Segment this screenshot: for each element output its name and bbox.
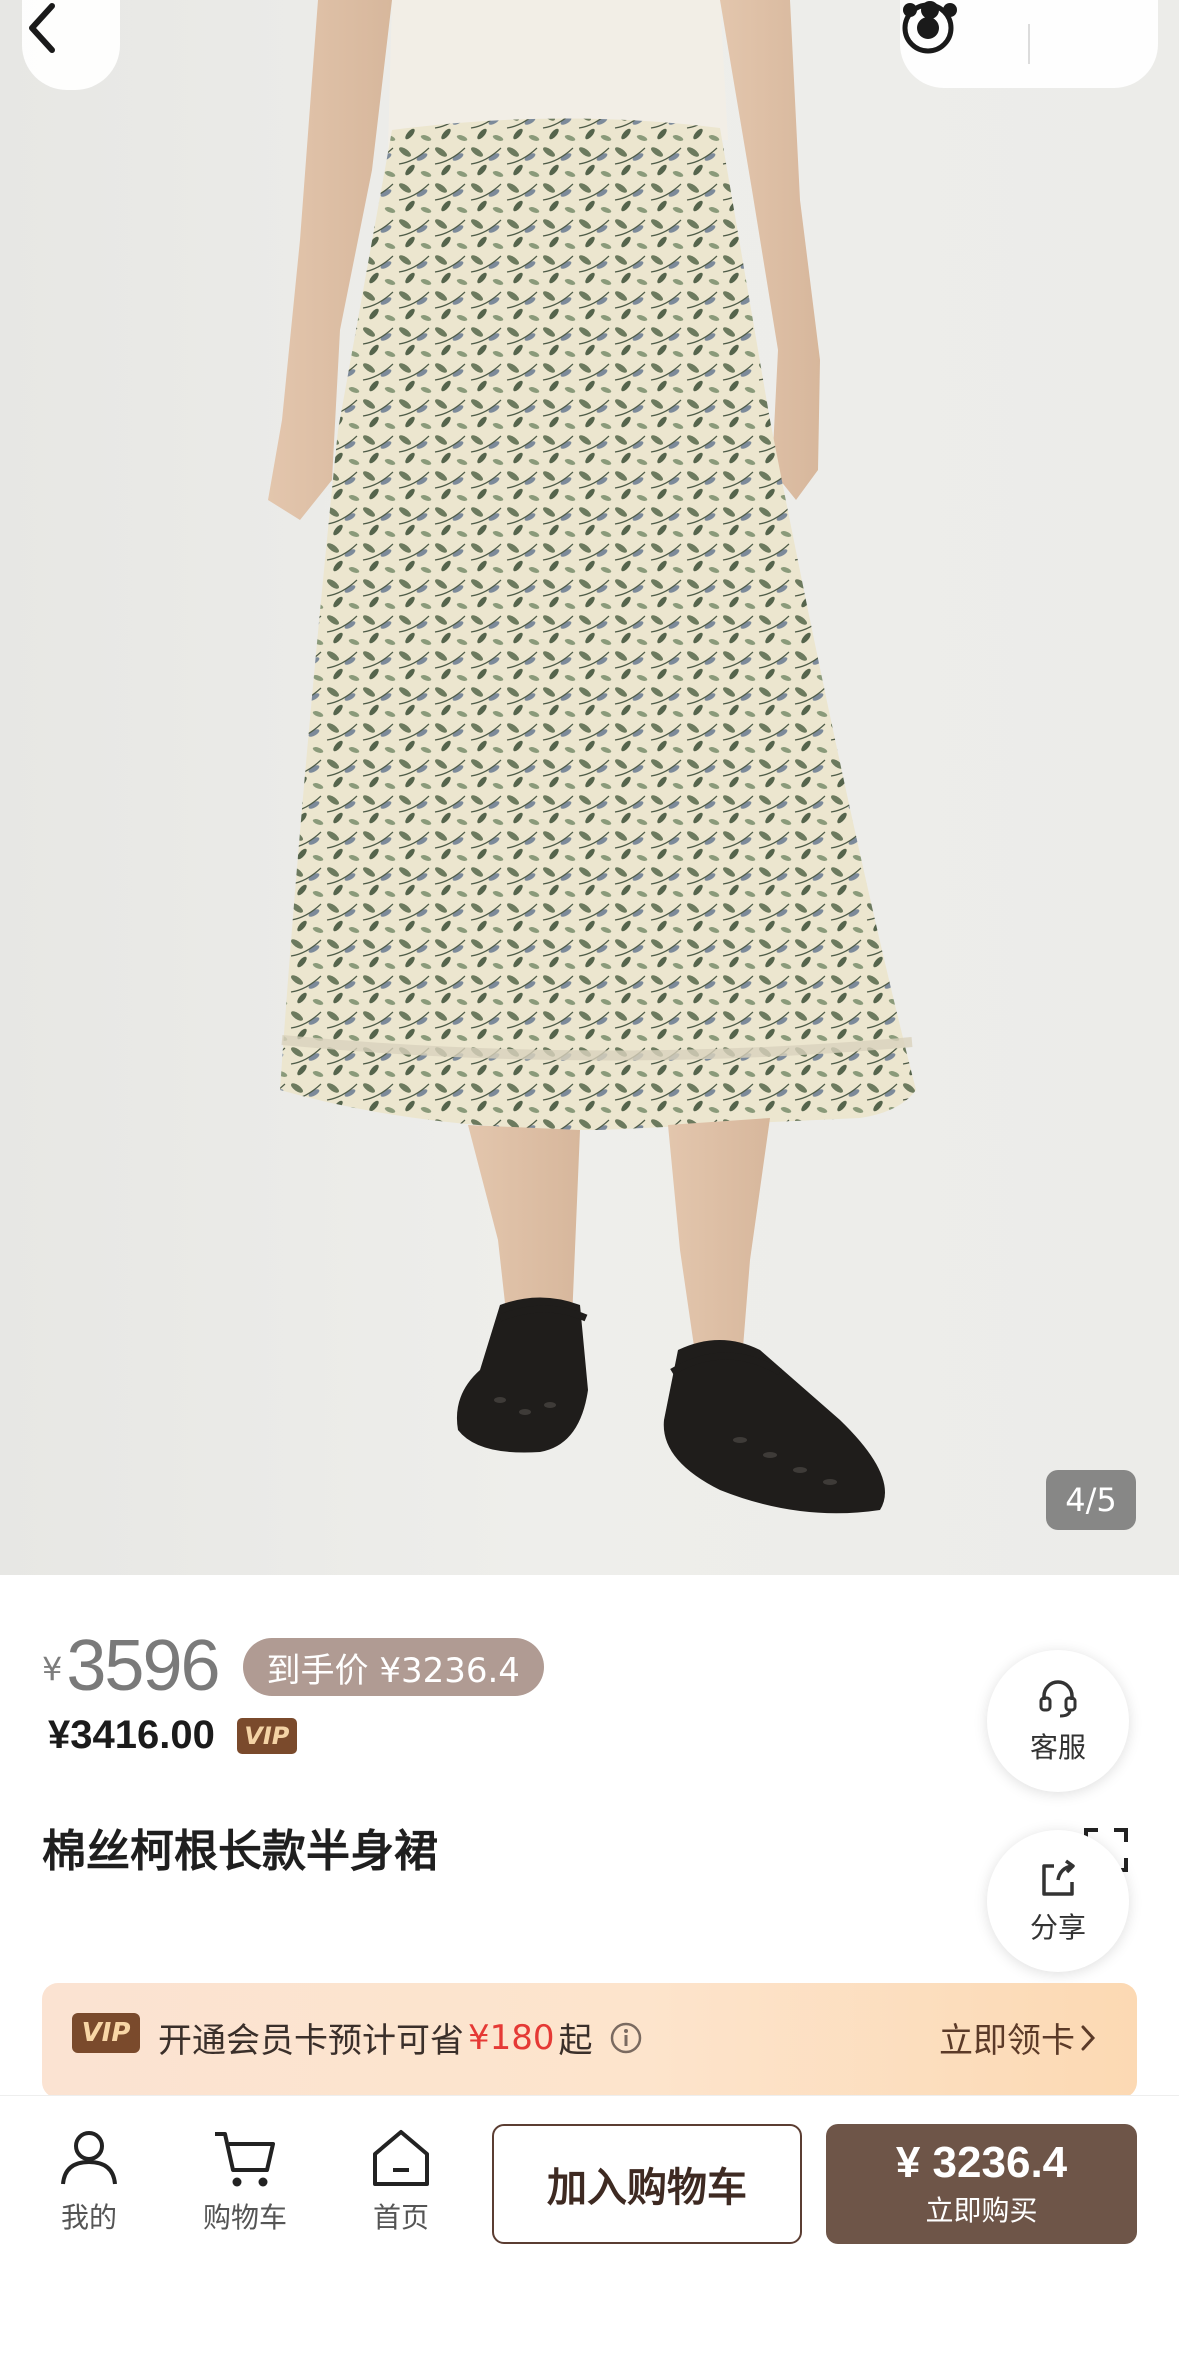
back-button[interactable] [22,0,120,90]
membership-text: 开通会员卡预计可省 ¥180 起 [158,2013,643,2062]
membership-banner[interactable]: VIP 开通会员卡预计可省 ¥180 起 立即领卡 [42,1983,1137,2098]
membership-text-before: 开通会员卡预计可省 [158,2021,464,2061]
customer-service-button[interactable]: 客服 [987,1650,1129,1792]
tab-cart[interactable]: 购物车 [185,2126,305,2236]
get-card-label: 立即领卡 [939,2021,1075,2061]
membership-save-amount: ¥180 [468,2017,555,2058]
chevron-left-icon [29,3,55,53]
membership-vip-badge: VIP [72,2013,140,2053]
tab-home-label: 首页 [372,2201,429,2234]
image-counter: 4/5 [1046,1470,1136,1530]
final-price-pill: 到手价 ¥3236.4 [242,1638,544,1696]
product-title: 棉丝柯根长款半身裙 [42,1826,438,1877]
buy-now-label: 立即购买 [925,2194,1038,2227]
add-to-cart-button[interactable]: 加入购物车 [492,2124,802,2244]
share-label: 分享 [1029,1911,1086,1944]
chevron-right-icon [1081,2025,1096,2050]
product-image[interactable]: 4/5 [0,0,1179,1575]
headset-icon [1039,1680,1077,1718]
home-icon [373,2130,429,2186]
buy-now-button[interactable]: ¥ 3236.4 立即购买 [826,2124,1137,2244]
get-card-link[interactable]: 立即领卡 [939,2013,1101,2062]
tab-mine-label: 我的 [60,2201,117,2234]
product-photo-illustration [268,0,916,1514]
bottom-action-bar: 我的 购物车 首页 加入购物车 ¥ 3236.4 立即购买 [0,2095,1179,2370]
share-button[interactable]: 分享 [987,1830,1129,1972]
buy-now-price: ¥ 3236.4 [895,2138,1068,2187]
share-icon [1042,1859,1075,1896]
vip-price: ¥3416.00 [48,1713,215,1757]
mini-program-capsule [900,0,1158,88]
tab-home[interactable]: 首页 [341,2126,461,2236]
target-close-icon [902,2,954,54]
tab-mine[interactable]: 我的 [29,2126,149,2236]
membership-text-after: 起 [558,2021,593,2061]
tab-cart-label: 购物车 [202,2201,287,2234]
close-program-button[interactable] [902,0,1158,88]
currency-symbol: ¥ [42,1650,63,1688]
list-price: 3596 [66,1626,220,1706]
vip-price-row: ¥3416.00 VIP [48,1713,297,1758]
cart-icon [215,2132,275,2187]
user-icon [61,2131,117,2185]
customer-service-label: 客服 [1029,1731,1086,1764]
price-row: ¥ 3596 到手价 ¥3236.4 [42,1622,544,1702]
info-icon[interactable] [609,2021,643,2055]
vip-badge: VIP [236,1717,297,1754]
